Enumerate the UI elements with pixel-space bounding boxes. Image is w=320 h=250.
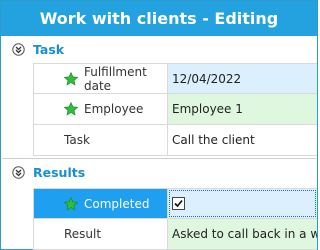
- editing-window: Work with clients - Editing Task Fulfill…: [0, 0, 318, 250]
- window-title-bar: Work with clients - Editing: [1, 1, 317, 36]
- result-field[interactable]: Asked to call back in a week: [168, 219, 317, 249]
- fulfillment-date-field[interactable]: 12/04/2022: [168, 64, 317, 93]
- field-value: 12/04/2022: [172, 71, 242, 86]
- completed-field[interactable]: [168, 189, 317, 218]
- field-row-employee[interactable]: Employee Employee 1: [33, 94, 317, 125]
- field-row-completed[interactable]: Completed: [33, 188, 317, 219]
- section-title: Results: [33, 164, 86, 180]
- field-label-cell: Result: [33, 219, 168, 249]
- field-value: Call the client: [172, 133, 255, 147]
- checkmark-icon: [174, 199, 183, 208]
- field-label-cell: Task: [33, 125, 168, 155]
- field-value: Employee 1: [172, 102, 243, 116]
- required-star-icon: [63, 101, 79, 116]
- section-title: Task: [33, 41, 65, 57]
- field-row-fulfillment-date[interactable]: Fulfillment date 12/04/2022: [33, 63, 317, 94]
- window-title: Work with clients - Editing: [39, 9, 279, 28]
- field-label: Task: [64, 133, 90, 147]
- field-label-cell: Fulfillment date: [33, 64, 168, 93]
- section-header-task[interactable]: Task: [1, 37, 317, 61]
- required-star-icon: [63, 71, 79, 86]
- field-label: Employee: [84, 102, 144, 116]
- field-value: Asked to call back in a week: [172, 227, 317, 241]
- completed-checkbox[interactable]: [172, 197, 185, 210]
- task-field[interactable]: Call the client: [168, 125, 317, 155]
- field-label: Fulfillment date: [84, 64, 147, 93]
- field-label-cell: Employee: [33, 94, 168, 124]
- field-row-result[interactable]: Result Asked to call back in a week: [33, 219, 317, 250]
- field-label: Result: [64, 227, 102, 241]
- collapse-chevron-icon[interactable]: [11, 165, 25, 179]
- employee-field[interactable]: Employee 1: [168, 94, 317, 124]
- required-star-icon: [63, 196, 79, 211]
- field-label-cell-selected: Completed: [33, 189, 168, 218]
- collapse-chevron-icon[interactable]: [11, 42, 25, 56]
- section-header-results[interactable]: Results: [1, 160, 317, 184]
- section-divider: [2, 158, 316, 159]
- field-label: Completed: [84, 196, 150, 211]
- field-row-task[interactable]: Task Call the client: [33, 125, 317, 156]
